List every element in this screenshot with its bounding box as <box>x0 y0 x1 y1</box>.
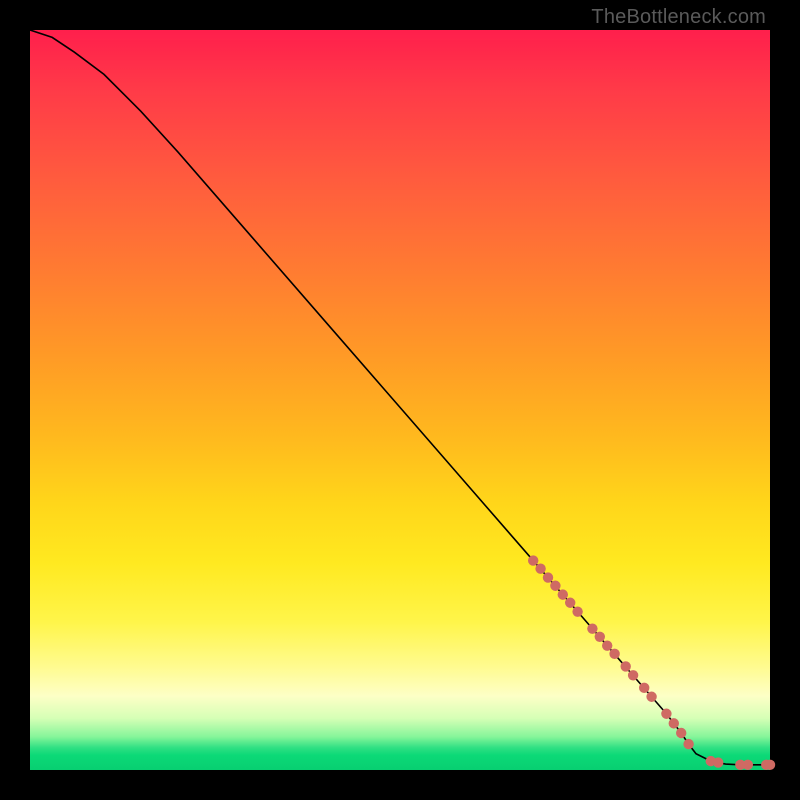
data-marker <box>572 606 582 616</box>
data-marker <box>765 760 775 770</box>
data-marker <box>558 589 568 599</box>
data-marker <box>669 718 679 728</box>
data-marker <box>609 649 619 659</box>
data-marker <box>639 683 649 693</box>
data-marker <box>565 598 575 608</box>
data-markers-group <box>528 555 775 770</box>
chart-svg <box>30 30 770 770</box>
data-marker <box>595 632 605 642</box>
data-marker <box>743 760 753 770</box>
data-curve <box>30 30 770 765</box>
data-marker <box>676 728 686 738</box>
data-marker <box>628 670 638 680</box>
data-marker <box>550 581 560 591</box>
data-marker <box>621 661 631 671</box>
watermark-text: TheBottleneck.com <box>591 6 766 29</box>
data-marker <box>683 739 693 749</box>
data-marker <box>713 757 723 767</box>
data-marker <box>535 564 545 574</box>
data-marker <box>602 640 612 650</box>
data-marker <box>528 555 538 565</box>
data-marker <box>646 692 656 702</box>
chart-frame <box>30 30 770 770</box>
data-marker <box>661 709 671 719</box>
data-marker <box>587 623 597 633</box>
data-marker <box>543 572 553 582</box>
